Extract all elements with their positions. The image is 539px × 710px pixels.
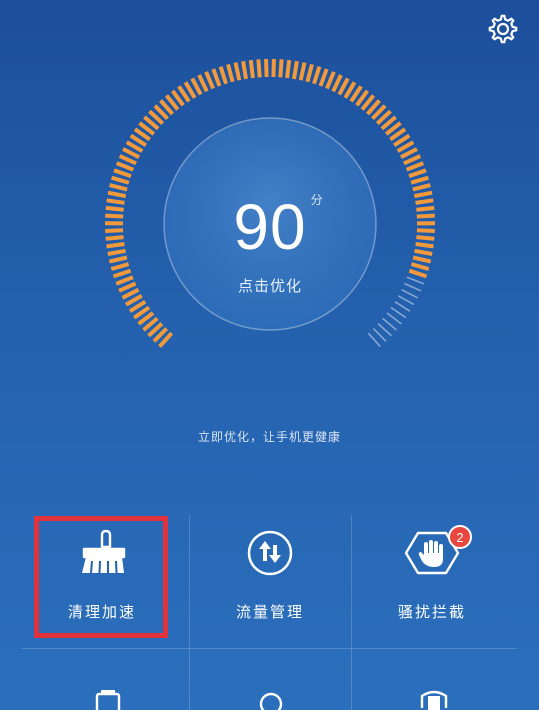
gauge-tick-empty	[394, 301, 411, 312]
gauge-tick-filled	[318, 68, 329, 87]
location-pin-icon	[259, 692, 283, 710]
gauge-tick-filled	[256, 59, 262, 78]
gauge-tick-filled	[271, 58, 276, 78]
gauge-tick-filled	[408, 168, 427, 179]
gauge-tick-filled	[416, 205, 435, 212]
gauge-tick-filled	[415, 198, 434, 205]
gauge-tick-filled	[416, 213, 435, 219]
score-value: 90	[233, 191, 307, 263]
gauge-tick-filled	[105, 235, 124, 241]
shield-icon	[420, 690, 448, 710]
gauge-tick-filled	[122, 147, 141, 159]
tile-location[interactable]	[251, 688, 291, 710]
gauge-tick-empty	[404, 282, 422, 292]
gauge-tick-filled	[107, 248, 126, 256]
gauge-tick-empty	[367, 332, 381, 348]
gauge-tick-filled	[305, 63, 314, 83]
gauge-tick-filled	[197, 74, 209, 93]
gauge-tick-filled	[118, 281, 137, 293]
gauge-tick-filled	[109, 183, 128, 192]
gauge-tick-empty	[382, 317, 398, 331]
tile-harass-block-label: 骚扰拦截	[397, 603, 466, 621]
gauge-tick-filled	[121, 287, 140, 300]
optimize-label: 点击优化	[237, 277, 302, 295]
gauge-tick-filled	[414, 248, 433, 256]
gauge-tick-filled	[298, 62, 307, 81]
gauge-tick-empty	[372, 327, 387, 342]
gauge-tick-filled	[413, 190, 433, 199]
highlight-box	[34, 516, 168, 638]
gauge-tick-filled	[105, 205, 124, 212]
notification-badge: 2	[448, 525, 472, 549]
gauge-tick-filled	[412, 183, 431, 192]
grid-divider	[22, 648, 517, 649]
score-unit: 分	[310, 193, 323, 207]
tile-data-manage[interactable]: 流量管理	[190, 515, 350, 645]
gauge-tick-filled	[115, 161, 135, 172]
gauge-tick-empty	[377, 323, 392, 337]
gauge-tick-filled	[233, 62, 242, 81]
data-transfer-icon	[247, 530, 293, 576]
gauge-tick-filled	[107, 190, 127, 199]
gauge-tick-filled	[410, 175, 429, 185]
gauge-tick-filled	[416, 228, 435, 233]
gauge-tick-filled	[113, 168, 132, 179]
tile-shield[interactable]	[414, 688, 454, 710]
gauge-tick-filled	[285, 59, 292, 79]
gauge-tick-filled	[110, 262, 130, 271]
gauge-tick-filled	[264, 58, 269, 78]
gauge-tick-filled	[211, 68, 222, 87]
optimize-button[interactable]: 90 分 点击优化	[165, 139, 375, 309]
gauge-tick-filled	[325, 71, 336, 90]
gauge-tick-filled	[115, 275, 134, 286]
gauge-tick-filled	[248, 59, 255, 79]
gauge-tick-filled	[410, 262, 430, 271]
gauge-tick-filled	[403, 154, 422, 166]
gauge-tick-empty	[390, 306, 407, 319]
tile-data-manage-label: 流量管理	[235, 603, 304, 621]
gauge-tick-filled	[106, 242, 125, 249]
gauge-tick-filled	[408, 268, 428, 279]
gauge-tick-filled	[105, 228, 124, 233]
gauge-tick-filled	[118, 154, 137, 166]
gauge-tick-empty	[397, 295, 415, 306]
gauge-tick-filled	[331, 74, 343, 93]
battery-icon	[95, 690, 121, 710]
gauge-tick-filled	[241, 60, 248, 80]
gauge-tick-filled	[292, 60, 299, 80]
gauge-tick-filled	[226, 63, 235, 83]
gauge-tick-filled	[111, 175, 130, 185]
tile-harass-block[interactable]: 2 骚扰拦截	[352, 515, 512, 645]
gauge-tick-filled	[415, 242, 434, 249]
gauge-tick-empty	[386, 312, 402, 325]
gauge-tick-filled	[278, 59, 284, 78]
tile-battery[interactable]	[88, 688, 128, 710]
gauge-tick-empty	[406, 276, 425, 285]
gauge-tick-filled	[218, 65, 228, 85]
gauge-tick-filled	[416, 235, 435, 241]
gauge-tick-filled	[412, 255, 432, 264]
gauge-tick-empty	[401, 288, 418, 299]
gauge-tick-filled	[204, 71, 215, 90]
gauge-tick-filled	[105, 213, 124, 219]
tagline: 立即优化，让手机更健康	[197, 430, 341, 444]
gauge-tick-filled	[112, 268, 132, 279]
gauge-tick-filled	[106, 198, 125, 205]
gauge-tick-filled	[108, 255, 128, 264]
gauge-tick-filled	[405, 161, 425, 172]
gauge-tick-filled	[312, 65, 322, 85]
gauge-tick-filled	[399, 147, 418, 159]
